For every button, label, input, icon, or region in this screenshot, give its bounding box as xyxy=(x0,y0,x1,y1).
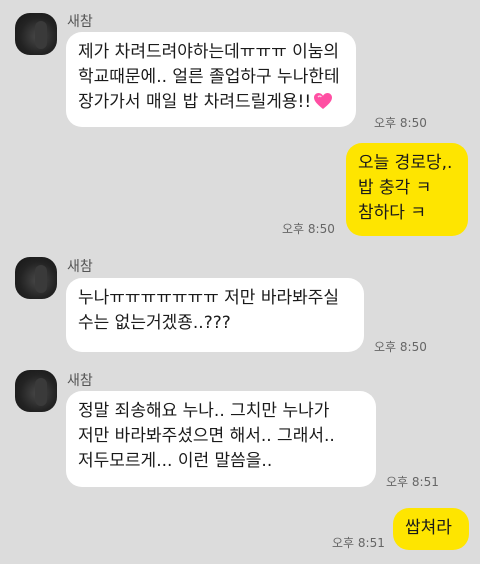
message-bubble[interactable]: 정말 죄송해요 누나.. 그치만 누나가 저만 바라봐주셨으면 해서.. 그래서… xyxy=(66,391,376,487)
message-bubble[interactable]: 오늘 경로당,. 밥 충각 ㅋ 참하다 ㅋ xyxy=(346,143,468,236)
avatar[interactable] xyxy=(15,370,57,412)
avatar[interactable] xyxy=(15,257,57,299)
message-line: 학교때문에.. 얼른 졸업하구 누나한테 xyxy=(78,67,340,87)
message-line: 장가가서 매일 밥 차려드릴게용!! xyxy=(78,90,344,118)
message-time: 오후 8:50 xyxy=(282,222,335,236)
message-bubble[interactable]: 쌉쳐라 xyxy=(393,508,469,550)
message-line: 참하다 ㅋ xyxy=(358,203,426,223)
message-line: 수는 없는거겠죵..??? xyxy=(78,313,231,333)
message-line: 제가 차려드려야하는데ㅠㅠㅠ 이눔의 xyxy=(78,42,340,62)
avatar[interactable] xyxy=(15,13,57,55)
sender-name: 새참 xyxy=(67,14,93,30)
message-time: 오후 8:51 xyxy=(332,536,385,550)
message-line: 누나ㅠㅠㅠㅠㅠㅠㅠ 저만 바라봐주실 xyxy=(78,288,340,308)
heart-icon xyxy=(313,92,333,118)
message-time: 오후 8:50 xyxy=(374,340,427,354)
message-line: 오늘 경로당,. xyxy=(358,153,453,173)
message-line: 정말 죄송해요 누나.. 그치만 누나가 xyxy=(78,401,330,421)
message-time: 오후 8:51 xyxy=(386,475,439,489)
sender-name: 새참 xyxy=(67,373,93,389)
message-line-text: 장가가서 매일 밥 차려드릴게용!! xyxy=(78,92,312,112)
message-line: 쌉쳐라 xyxy=(405,518,452,538)
message-time: 오후 8:50 xyxy=(374,116,427,130)
message-bubble[interactable]: 제가 차려드려야하는데ㅠㅠㅠ 이눔의 학교때문에.. 얼른 졸업하구 누나한테 … xyxy=(66,32,356,127)
sender-name: 새참 xyxy=(67,259,93,275)
message-bubble[interactable]: 누나ㅠㅠㅠㅠㅠㅠㅠ 저만 바라봐주실 수는 없는거겠죵..??? xyxy=(66,278,364,352)
message-line: 저두모르게... 이런 말씀을.. xyxy=(78,451,273,471)
chat-thread: 새참 제가 차려드려야하는데ㅠㅠㅠ 이눔의 학교때문에.. 얼른 졸업하구 누나… xyxy=(0,0,480,564)
message-line: 저만 바라봐주셨으면 해서.. 그래서.. xyxy=(78,426,335,446)
message-line: 밥 충각 ㅋ xyxy=(358,178,432,198)
